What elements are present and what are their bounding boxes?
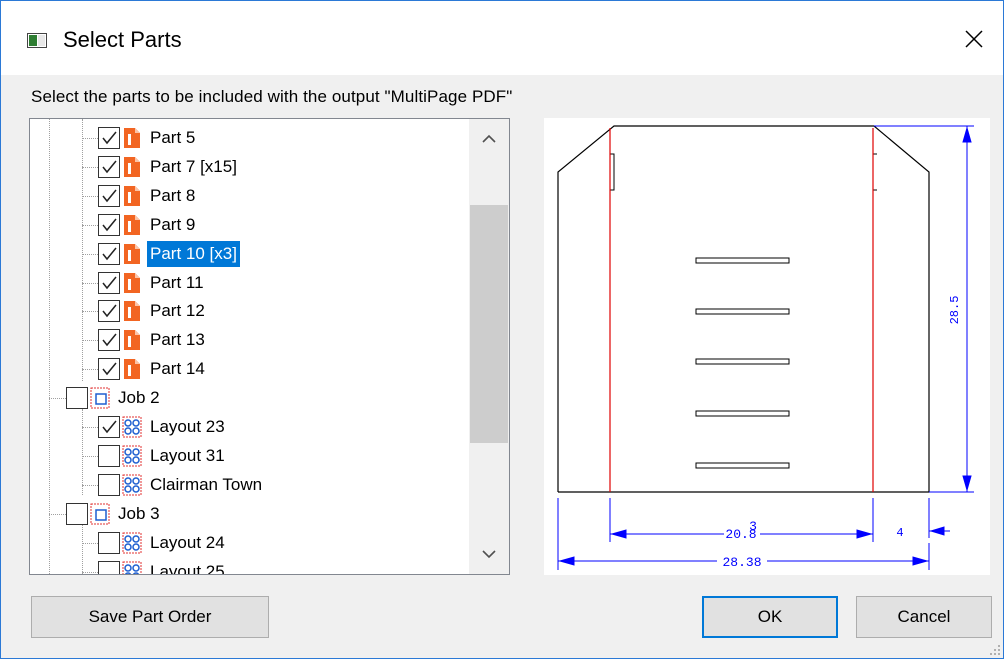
layout-icon: [122, 474, 142, 496]
close-icon: [965, 30, 983, 48]
layout-icon: [122, 445, 142, 467]
part-icon: [122, 272, 142, 294]
tree-node-label: Clairman Town: [150, 474, 263, 494]
part-icon: [122, 185, 142, 207]
tree-node[interactable]: Part 8: [30, 183, 469, 209]
window-title: Select Parts: [63, 27, 182, 52]
total-width-label: 28.38: [722, 555, 761, 570]
part-icon: [122, 243, 142, 265]
part-preview: 28.5 20.8 3 4 28.38: [544, 118, 990, 575]
tree-node-checkbox[interactable]: [98, 300, 120, 323]
slot: [695, 257, 790, 264]
tree-scrollbar[interactable]: [469, 119, 509, 574]
tree-node-checkbox[interactable]: [98, 184, 120, 207]
tree-node-label: Part 11: [150, 272, 204, 292]
tree-node-label: Part 8: [150, 185, 196, 205]
part-icon: [122, 300, 142, 322]
part-icon: [122, 358, 142, 380]
resize-grip-icon[interactable]: [986, 641, 1002, 657]
tree-node[interactable]: Job 3: [30, 501, 469, 527]
ok-button[interactable]: OK: [702, 596, 838, 638]
tree-node-label: Part 5: [150, 128, 196, 147]
tree-node-label: Layout 31: [150, 445, 225, 465]
tree-node[interactable]: Part 13: [30, 327, 469, 353]
scroll-down-button[interactable]: [469, 534, 509, 574]
offset-dimension: [928, 498, 950, 538]
job-icon: [90, 387, 110, 409]
tree-node[interactable]: Job 2: [30, 385, 469, 411]
tree-node[interactable]: Layout 25: [30, 559, 469, 575]
tree-node-checkbox[interactable]: [98, 155, 120, 178]
instruction-label: Select the parts to be included with the…: [31, 87, 513, 106]
tree-node-label: Part 13: [150, 330, 205, 350]
tree-node[interactable]: Layout 23: [30, 414, 469, 440]
tree-node-checkbox[interactable]: [98, 358, 120, 381]
tree-node-checkbox[interactable]: [98, 271, 120, 294]
scroll-up-button[interactable]: [469, 119, 509, 159]
tree-node-label: Job 3: [118, 503, 160, 523]
tree-node-checkbox[interactable]: [98, 444, 120, 467]
tree-node[interactable]: Part 7 [x15]: [30, 154, 469, 180]
tree-node[interactable]: Part 14: [30, 356, 469, 382]
tree-node[interactable]: Part 10 [x3]: [30, 240, 469, 267]
part-icon: [122, 127, 142, 149]
tree-node-checkbox[interactable]: [98, 531, 120, 554]
chevron-down-icon: [482, 550, 496, 559]
tree-node-checkbox[interactable]: [98, 473, 120, 496]
tree-node[interactable]: Part 11: [30, 270, 469, 296]
tree-node-checkbox[interactable]: [98, 213, 120, 236]
tree-node-label: Layout 25: [150, 561, 225, 575]
tree-node[interactable]: Part 9: [30, 212, 469, 238]
chevron-up-icon: [482, 134, 496, 143]
part-icon: [122, 214, 142, 236]
tree-node-checkbox[interactable]: [98, 416, 120, 438]
tree-node-checkbox[interactable]: [66, 502, 88, 525]
job-icon: [90, 503, 110, 525]
tree-node-label: Part 7 [x15]: [150, 156, 237, 176]
tree-node[interactable]: Part 5: [30, 125, 469, 151]
tree-node-label: Job 2: [118, 388, 160, 408]
height-label: 28.5: [948, 296, 962, 325]
slot: [695, 358, 790, 365]
layout-icon: [122, 532, 142, 554]
slot: [695, 308, 790, 315]
tree-node[interactable]: Layout 31: [30, 443, 469, 469]
close-button[interactable]: [951, 17, 997, 61]
inner-width-overlap-label: 3: [749, 519, 757, 534]
tree-node[interactable]: Part 12: [30, 298, 469, 324]
cancel-button[interactable]: Cancel: [856, 596, 992, 638]
tree-node-checkbox[interactable]: [98, 560, 120, 574]
tree-viewport: Part 5 Part 7 [x15] Part 8 Part 9 Part 10 [x…: [30, 119, 469, 574]
tree-node-label: Part 14: [150, 359, 205, 379]
slot: [695, 462, 790, 469]
tree-node-label: Layout 24: [150, 532, 225, 552]
tree-node-checkbox[interactable]: [98, 329, 120, 352]
select-parts-dialog: Select Parts Select the parts to be incl…: [0, 0, 1004, 659]
save-part-order-button[interactable]: Save Part Order: [31, 596, 269, 638]
parts-tree[interactable]: Part 5 Part 7 [x15] Part 8 Part 9 Part 10 [x…: [29, 118, 510, 575]
offset-label: 4: [896, 526, 903, 540]
slot: [695, 410, 790, 417]
part-icon: [122, 329, 142, 351]
layout-icon: [122, 416, 142, 438]
layout-icon: [122, 561, 142, 574]
tree-node-label: Part 10 [x3]: [147, 240, 240, 267]
app-icon: [27, 33, 47, 48]
tree-node[interactable]: Clairman Town: [30, 472, 469, 498]
tree-node-label: Layout 23: [150, 417, 225, 436]
tree-node-checkbox[interactable]: [66, 387, 88, 410]
tree-node[interactable]: Layout 24: [30, 530, 469, 556]
tree-node-label: Part 12: [150, 301, 205, 321]
part-icon: [122, 156, 142, 178]
title-bar: Select Parts: [1, 1, 1003, 75]
tree-node-checkbox[interactable]: [98, 127, 120, 149]
scroll-thumb[interactable]: [470, 205, 508, 443]
part-drawing: 28.5 20.8 3 4 28.38: [557, 125, 974, 570]
tree-node-checkbox[interactable]: [98, 242, 120, 265]
tree-node-label: Part 9: [150, 214, 196, 234]
